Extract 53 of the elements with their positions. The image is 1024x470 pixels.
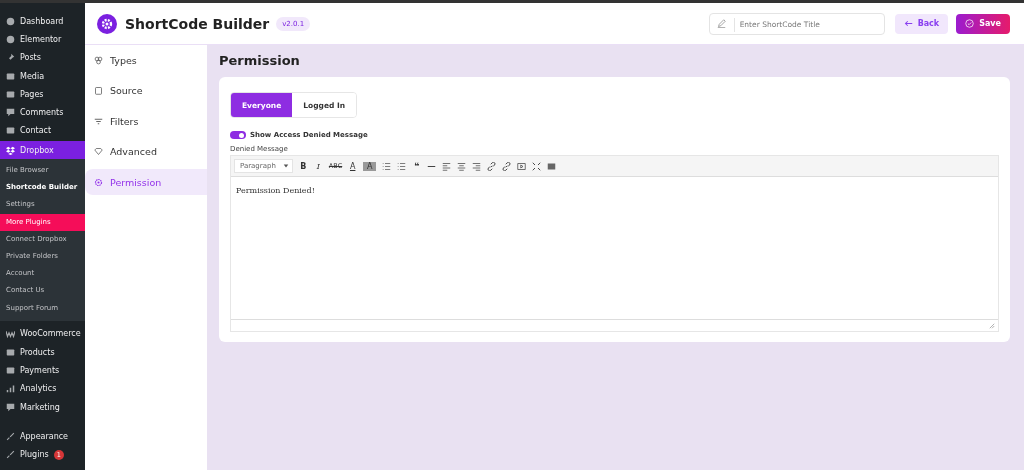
caret-icon [282, 163, 289, 169]
menu-item[interactable]: Elementor [0, 30, 85, 49]
nav-item[interactable]: Source [85, 77, 207, 104]
menu-item[interactable]: Media [0, 66, 85, 86]
menu-item[interactable]: Comments [0, 103, 85, 122]
menu-item[interactable]: Analytics [0, 379, 85, 398]
menu-item[interactable]: WooCommerce [0, 324, 85, 344]
gem-icon [94, 147, 103, 156]
nav-item[interactable]: Permission [85, 169, 207, 195]
clipboard-icon [94, 86, 103, 95]
menu-item[interactable]: Pages [0, 85, 85, 104]
nav-item[interactable]: Types [85, 47, 207, 73]
menu-item[interactable]: Dropbox [0, 141, 85, 160]
align-center-icon[interactable] [457, 161, 467, 171]
align-left-icon[interactable] [442, 161, 452, 171]
menu-item[interactable]: Payments [0, 361, 85, 380]
menu-item[interactable]: Dashboard [0, 12, 85, 31]
menu-item[interactable]: Posts [0, 48, 85, 67]
editor-text[interactable]: Permission Denied! [231, 177, 998, 319]
toolbar-button[interactable]: I [313, 161, 323, 171]
align-right-icon[interactable] [472, 161, 482, 171]
toolbar-button[interactable]: B [298, 161, 308, 171]
page-title: Permission [219, 53, 301, 68]
filter-icon [94, 116, 103, 126]
link-icon[interactable] [487, 161, 497, 171]
menu-item[interactable]: Contact [0, 121, 85, 141]
menu-item[interactable]: Appearance [0, 427, 85, 446]
bullets-icon[interactable] [382, 161, 392, 171]
toolbar-button[interactable]: ❝ [412, 161, 422, 171]
app-title: ShortCode Builder [125, 15, 270, 32]
box-icon [6, 145, 15, 155]
toggle-switch[interactable] [230, 131, 246, 139]
nav-item[interactable]: Advanced [85, 138, 207, 165]
woo-icon [6, 329, 15, 339]
gear-icon [94, 177, 103, 187]
menu-item[interactable]: Products [0, 343, 85, 362]
pencil-icon [716, 18, 726, 28]
bars-icon [6, 384, 15, 394]
numbers-icon[interactable] [397, 161, 407, 171]
left-arrow-icon [903, 19, 913, 28]
menu-item[interactable]: Marketing [0, 397, 85, 417]
fullscreen-icon[interactable] [532, 161, 542, 171]
types-icon [94, 55, 103, 65]
check-circle-icon [965, 19, 975, 28]
bubble-icon [6, 108, 15, 118]
save-button[interactable]: Save [956, 13, 1010, 34]
gear-logo-icon [97, 13, 117, 34]
toolbar-button[interactable]: A [348, 161, 358, 171]
toolbar-button[interactable]: A [363, 161, 377, 171]
nav-item[interactable]: Filters [85, 108, 207, 134]
resize-grip-icon[interactable] [989, 322, 995, 329]
back-button[interactable]: Back [894, 13, 949, 34]
pin-icon [6, 53, 15, 63]
